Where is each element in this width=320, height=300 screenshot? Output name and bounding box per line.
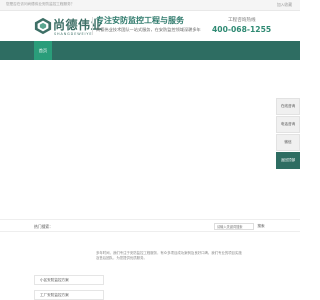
logo-mark-icon [34, 17, 52, 35]
hero-banner [0, 60, 300, 216]
logo-english-text: SHANGDEWEIYE [54, 32, 93, 36]
header-divider [92, 17, 93, 35]
site-logo[interactable]: 尚德伟业 SHANGDEWEIYE [34, 15, 103, 39]
hot-search-bar: 热门搜索： 搜索 [0, 219, 300, 232]
header-subslogan: 尚德伟业技术团队一站式服务，在安防监控领域深耕多年 [96, 27, 201, 32]
floating-side-panel: 在线咨询 电话咨询 微信 返回顶部 [276, 98, 300, 186]
side-item-wechat[interactable]: 微信 [276, 134, 300, 151]
add-favorite-link[interactable]: 加入收藏 [277, 2, 292, 8]
case-list: 小区安防监控方案 工厂安防监控方案 [34, 275, 104, 300]
hot-search-label: 热门搜索： [34, 224, 53, 229]
main-nav: 首页 [0, 41, 300, 60]
nav-item-home[interactable]: 首页 [34, 41, 52, 60]
case-item-factory[interactable]: 工厂安防监控方案 [34, 290, 104, 300]
search-input[interactable] [214, 223, 254, 230]
side-item-back-to-top[interactable]: 返回顶部 [276, 152, 300, 169]
site-header: 尚德伟业 SHANGDEWEIYE 专注安防监控工程与服务 尚德伟业技术团队一站… [0, 11, 300, 41]
hotline-number[interactable]: 400-068-1255 [212, 25, 271, 34]
case-item-residential[interactable]: 小区安防监控方案 [34, 275, 104, 285]
side-item-phone-consult[interactable]: 电话咨询 [276, 116, 300, 133]
top-bar: 您是否在访问尚德伟业安防监控工程服务？ 加入收藏 [0, 0, 300, 11]
hotline-label: 工程咨询热线 [228, 18, 256, 23]
header-slogan: 专注安防监控工程与服务 [96, 16, 184, 25]
side-item-online-consult[interactable]: 在线咨询 [276, 98, 300, 115]
search-button[interactable]: 搜索 [255, 223, 267, 230]
welcome-text: 您是否在访问尚德伟业安防监控工程服务？ [6, 2, 75, 6]
intro-text: 多年时间，我们专注于安防监控工程服务，有众多项目成功案例及良好口碑。我们专业的项… [96, 251, 242, 261]
